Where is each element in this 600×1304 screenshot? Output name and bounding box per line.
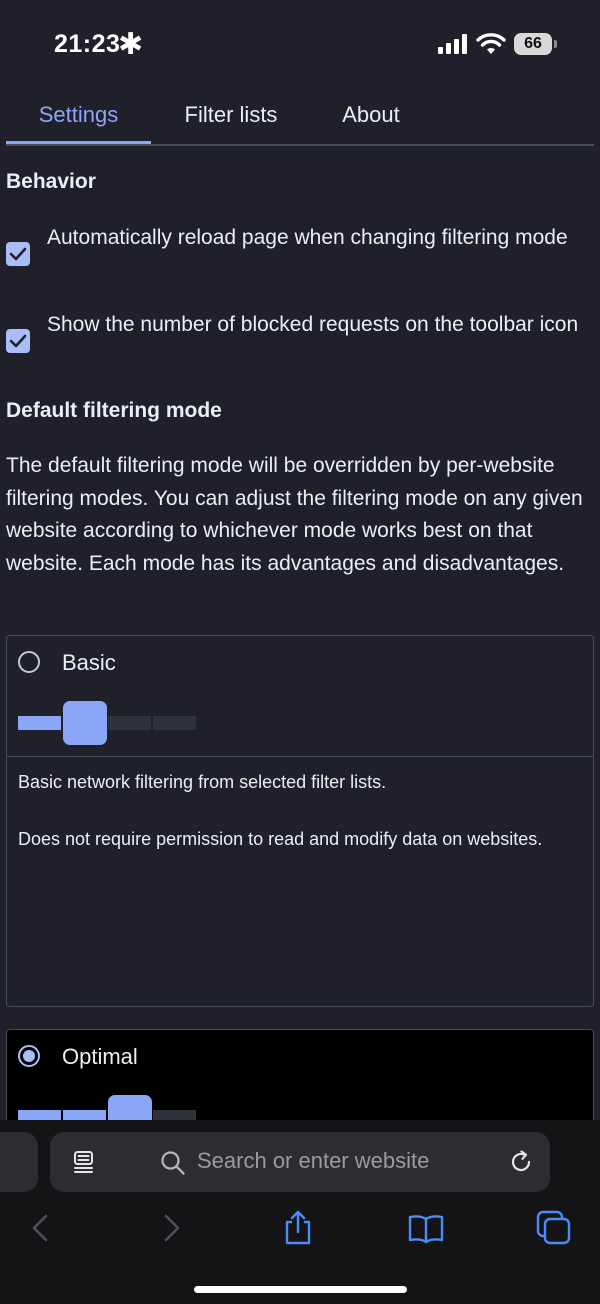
share-icon[interactable] [278,1208,318,1248]
blocked-count-label: Show the number of blocked requests on t… [47,313,579,336]
basic-detail-2: Does not require permission to read and … [18,829,543,849]
auto-reload-checkbox[interactable] [6,242,30,266]
search-input[interactable]: Search or enter website [197,1148,429,1174]
forward-icon[interactable] [150,1208,190,1248]
optimal-radio[interactable] [18,1045,40,1067]
battery-icon: 66 [514,33,558,55]
previous-tab-preview[interactable] [0,1132,38,1192]
level-slider-thumb[interactable] [63,701,107,745]
basic-mode-details: Basic network filtering from selected fi… [18,768,578,882]
checkmark-icon [9,334,27,348]
behavior-heading: Behavior [6,170,96,193]
wifi-icon [476,33,506,54]
activity-icon: ✱ [118,28,144,61]
default-mode-heading: Default filtering mode [6,399,222,422]
bookmarks-icon[interactable] [406,1208,446,1248]
tabs-icon[interactable] [534,1208,574,1248]
tab-bar: Settings Filter lists About [6,92,594,146]
reload-icon[interactable] [508,1149,534,1175]
tab-settings[interactable]: Settings [6,92,151,144]
address-bar[interactable]: Search or enter website [50,1132,550,1192]
tab-filter-lists[interactable]: Filter lists [161,92,301,142]
basic-detail-1: Basic network filtering from selected fi… [18,772,387,792]
cellular-signal-icon [438,34,467,54]
basic-mode-name: Basic [62,650,116,675]
status-bar: 21:23 ✱ 66 [0,0,600,90]
default-mode-description: The default filtering mode will be overr… [6,454,583,575]
navigation-row [0,1208,600,1248]
browser-toolbar: Search or enter website [0,1120,600,1304]
tab-about[interactable]: About [311,92,431,142]
basic-radio[interactable] [18,651,40,673]
status-time: 21:23 [54,30,121,58]
reader-icon[interactable] [72,1150,96,1174]
auto-reload-label: Automatically reload page when changing … [47,226,568,249]
divider [7,756,593,757]
basic-level-slider[interactable] [18,700,198,746]
optimal-mode-name: Optimal [62,1044,138,1069]
blocked-count-checkbox[interactable] [6,329,30,353]
mode-card-basic[interactable]: Basic Basic network filtering from selec… [6,635,594,1007]
back-icon[interactable] [22,1208,62,1248]
home-indicator[interactable] [194,1286,407,1293]
battery-level: 66 [514,33,552,55]
search-icon [161,1151,185,1175]
checkmark-icon [9,247,27,261]
